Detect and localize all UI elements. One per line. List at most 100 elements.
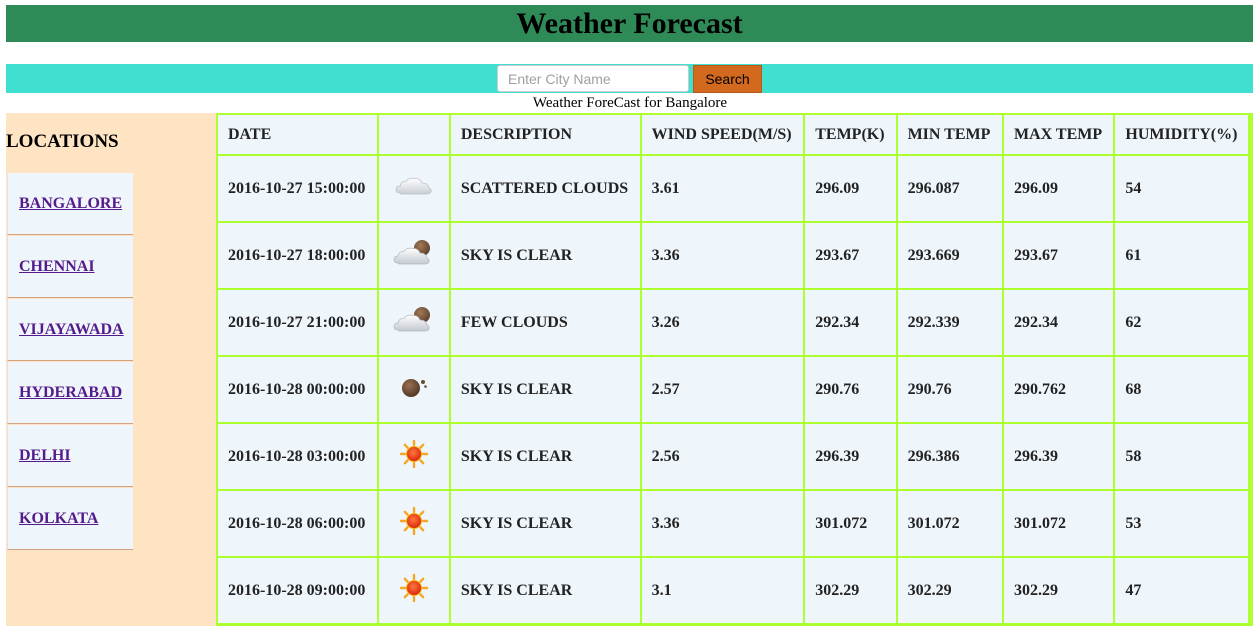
column-header-date: DATE bbox=[218, 115, 377, 154]
weather-icon-cell bbox=[378, 491, 449, 556]
wind-speed-cell: 3.26 bbox=[641, 290, 804, 355]
description-cell: SKY IS CLEAR bbox=[450, 558, 640, 623]
column-header-wind-speed: WIND SPEED(M/S) bbox=[641, 115, 804, 154]
forecast-table-body: 2016-10-27 15:00:00 SCATTERED CLOUDS 3.6… bbox=[218, 156, 1248, 623]
cloud-moon-icon bbox=[393, 238, 435, 273]
date-cell: 2016-10-28 06:00:00 bbox=[218, 491, 377, 556]
column-header-min-temp: MIN TEMP bbox=[897, 115, 1002, 154]
date-cell: 2016-10-28 09:00:00 bbox=[218, 558, 377, 623]
date-cell: 2016-10-27 18:00:00 bbox=[218, 223, 377, 288]
page-title: Weather Forecast bbox=[6, 5, 1253, 42]
table-row: 2016-10-27 21:00:00 FEW CLOUDS 3.26 292.… bbox=[218, 290, 1248, 355]
description-cell: SKY IS CLEAR bbox=[450, 491, 640, 556]
humidity-cell: 68 bbox=[1115, 357, 1248, 422]
column-header-humidity: HUMIDITY(%) bbox=[1115, 115, 1248, 154]
location-item-vijayawada: VIJAYAWADA bbox=[7, 299, 133, 361]
wind-speed-cell: 3.1 bbox=[641, 558, 804, 623]
humidity-cell: 61 bbox=[1115, 223, 1248, 288]
min-temp-cell: 302.29 bbox=[897, 558, 1002, 623]
humidity-cell: 58 bbox=[1115, 424, 1248, 489]
humidity-cell: 62 bbox=[1115, 290, 1248, 355]
search-button[interactable]: Search bbox=[693, 65, 762, 93]
min-temp-cell: 296.386 bbox=[897, 424, 1002, 489]
column-header-max-temp: MAX TEMP bbox=[1003, 115, 1114, 154]
date-cell: 2016-10-27 21:00:00 bbox=[218, 290, 377, 355]
date-cell: 2016-10-27 15:00:00 bbox=[218, 156, 377, 221]
table-row: 2016-10-27 15:00:00 SCATTERED CLOUDS 3.6… bbox=[218, 156, 1248, 221]
humidity-cell: 54 bbox=[1115, 156, 1248, 221]
weather-icon-cell bbox=[378, 357, 449, 422]
cloud-icon bbox=[394, 174, 434, 203]
wind-speed-cell: 3.36 bbox=[641, 491, 804, 556]
sun-icon bbox=[399, 439, 429, 474]
description-cell: SKY IS CLEAR bbox=[450, 357, 640, 422]
table-row: 2016-10-28 00:00:00 SKY IS CLEAR 2.57 29… bbox=[218, 357, 1248, 422]
moon-icon bbox=[398, 374, 430, 405]
location-item-bangalore: BANGALORE bbox=[7, 173, 133, 235]
min-temp-cell: 296.087 bbox=[897, 156, 1002, 221]
location-link-delhi[interactable]: DELHI bbox=[19, 447, 71, 465]
location-list: BANGALORE CHENNAI VIJAYAWADA HYDERABAD D… bbox=[7, 173, 133, 551]
min-temp-cell: 301.072 bbox=[897, 491, 1002, 556]
column-header-temp: TEMP(K) bbox=[805, 115, 896, 154]
temp-cell: 293.67 bbox=[805, 223, 896, 288]
date-cell: 2016-10-28 00:00:00 bbox=[218, 357, 377, 422]
wind-speed-cell: 2.56 bbox=[641, 424, 804, 489]
city-search-input[interactable] bbox=[497, 65, 689, 92]
max-temp-cell: 301.072 bbox=[1003, 491, 1114, 556]
description-cell: SKY IS CLEAR bbox=[450, 223, 640, 288]
max-temp-cell: 290.762 bbox=[1003, 357, 1114, 422]
temp-cell: 302.29 bbox=[805, 558, 896, 623]
humidity-cell: 47 bbox=[1115, 558, 1248, 623]
table-header-row: DATE DESCRIPTION WIND SPEED(M/S) TEMP(K)… bbox=[218, 115, 1248, 154]
date-cell: 2016-10-28 03:00:00 bbox=[218, 424, 377, 489]
location-link-chennai[interactable]: CHENNAI bbox=[19, 258, 95, 276]
temp-cell: 290.76 bbox=[805, 357, 896, 422]
location-item-delhi: DELHI bbox=[7, 425, 133, 487]
column-header-icon bbox=[378, 115, 449, 154]
weather-icon-cell bbox=[378, 558, 449, 623]
max-temp-cell: 293.67 bbox=[1003, 223, 1114, 288]
wind-speed-cell: 3.36 bbox=[641, 223, 804, 288]
description-cell: FEW CLOUDS bbox=[450, 290, 640, 355]
location-item-hyderabad: HYDERABAD bbox=[7, 362, 133, 424]
max-temp-cell: 296.39 bbox=[1003, 424, 1114, 489]
table-row: 2016-10-28 09:00:00 SKY IS CLEAR 3.1 302… bbox=[218, 558, 1248, 623]
temp-cell: 296.39 bbox=[805, 424, 896, 489]
location-item-kolkata: KOLKATA bbox=[7, 488, 133, 550]
min-temp-cell: 293.669 bbox=[897, 223, 1002, 288]
cloud-moon-icon bbox=[393, 305, 435, 340]
sun-icon bbox=[399, 573, 429, 608]
temp-cell: 301.072 bbox=[805, 491, 896, 556]
table-row: 2016-10-28 06:00:00 SKY IS CLEAR 3.36 30… bbox=[218, 491, 1248, 556]
max-temp-cell: 296.09 bbox=[1003, 156, 1114, 221]
table-row: 2016-10-28 03:00:00 SKY IS CLEAR 2.56 29… bbox=[218, 424, 1248, 489]
forecast-table: DATE DESCRIPTION WIND SPEED(M/S) TEMP(K)… bbox=[216, 113, 1250, 625]
description-cell: SKY IS CLEAR bbox=[450, 424, 640, 489]
forecast-caption: Weather ForeCast for Bangalore bbox=[532, 95, 728, 111]
weather-icon-cell bbox=[378, 290, 449, 355]
location-link-kolkata[interactable]: KOLKATA bbox=[19, 510, 98, 528]
weather-icon-cell bbox=[378, 424, 449, 489]
location-link-vijayawada[interactable]: VIJAYAWADA bbox=[19, 321, 124, 339]
location-link-hyderabad[interactable]: HYDERABAD bbox=[19, 384, 122, 402]
max-temp-cell: 292.34 bbox=[1003, 290, 1114, 355]
temp-cell: 292.34 bbox=[805, 290, 896, 355]
sun-icon bbox=[399, 506, 429, 541]
wind-speed-cell: 2.57 bbox=[641, 357, 804, 422]
forecast-table-container: DATE DESCRIPTION WIND SPEED(M/S) TEMP(K)… bbox=[216, 113, 1253, 626]
search-bar: Search bbox=[6, 64, 1253, 93]
locations-sidebar: LOCATIONS BANGALORE CHENNAI VIJAYAWADA H… bbox=[6, 113, 216, 626]
column-header-description: DESCRIPTION bbox=[450, 115, 640, 154]
min-temp-cell: 290.76 bbox=[897, 357, 1002, 422]
min-temp-cell: 292.339 bbox=[897, 290, 1002, 355]
weather-icon-cell bbox=[378, 223, 449, 288]
description-cell: SCATTERED CLOUDS bbox=[450, 156, 640, 221]
wind-speed-cell: 3.61 bbox=[641, 156, 804, 221]
weather-icon-cell bbox=[378, 156, 449, 221]
table-row: 2016-10-27 18:00:00 SKY IS CLEAR 3.36 29… bbox=[218, 223, 1248, 288]
location-link-bangalore[interactable]: BANGALORE bbox=[19, 195, 122, 213]
temp-cell: 296.09 bbox=[805, 156, 896, 221]
location-item-chennai: CHENNAI bbox=[7, 236, 133, 298]
max-temp-cell: 302.29 bbox=[1003, 558, 1114, 623]
